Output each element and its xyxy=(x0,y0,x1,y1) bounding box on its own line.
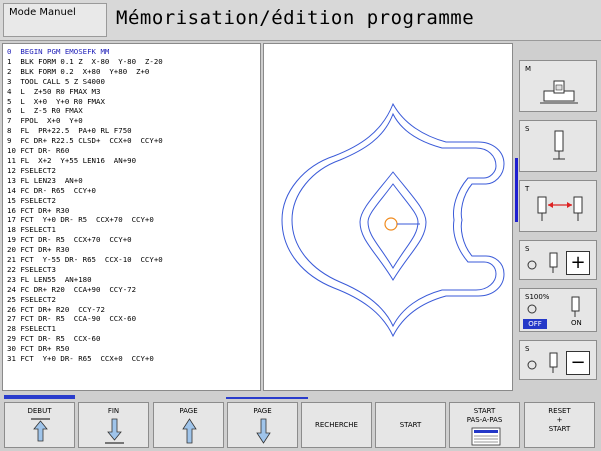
spindle-s-button[interactable]: S xyxy=(519,120,597,172)
spindle-speed-minus-button[interactable]: S − xyxy=(519,340,597,380)
program-line[interactable]: 14 FC DR- R65 CCY+0 xyxy=(7,186,163,196)
program-line[interactable]: 16 FCT DR+ R30 xyxy=(7,206,163,216)
machine-icon xyxy=(540,80,578,104)
override-off-state: OFF xyxy=(523,319,547,329)
program-line[interactable]: 29 FCT DR- R5 CCX-60 xyxy=(7,334,163,344)
tool-change-icon xyxy=(537,196,583,221)
start-pas-a-pas-button[interactable]: START PAS-A-PAS xyxy=(449,402,520,448)
program-line[interactable]: 20 FCT DR+ R30 xyxy=(7,245,163,255)
program-line[interactable]: 8 FL PR+22.5 PA+0 RL F750 xyxy=(7,126,163,136)
center-lens-path xyxy=(359,171,427,281)
softkey-row-indicator-2 xyxy=(226,397,308,399)
program-line[interactable]: 28 FSELECT1 xyxy=(7,324,163,334)
spindle-icon xyxy=(553,130,565,160)
page-up-button[interactable]: PAGE xyxy=(153,402,224,448)
recherche-button[interactable]: RECHERCHE xyxy=(301,402,372,448)
spindle-speed-plus-button[interactable]: S + xyxy=(519,240,597,280)
tool-t-button[interactable]: T xyxy=(519,180,597,232)
arrow-up-icon xyxy=(182,418,197,444)
program-line[interactable]: 21 FCT Y-55 DR- R65 CCX-10 CCY+0 xyxy=(7,255,163,265)
plus-icon: + xyxy=(566,251,590,275)
program-lines: 0 BEGIN PGM EMOSEFK MM 1 BLK FORM 0.1 Z X… xyxy=(7,47,163,364)
program-line[interactable]: 5 L X+0 Y+0 R0 FMAX xyxy=(7,97,163,107)
program-line[interactable]: 10 FCT DR- R60 xyxy=(7,146,163,156)
arrow-down-to-bottom-icon xyxy=(105,418,124,444)
recherche-label: RECHERCHE xyxy=(315,421,358,429)
program-line[interactable]: 24 FC DR+ R20 CCA+90 CCY-72 xyxy=(7,285,163,295)
debut-button[interactable]: DEBUT xyxy=(4,402,75,448)
program-listing[interactable]: 0 BEGIN PGM EMOSEFK MM 1 BLK FORM 0.1 Z X… xyxy=(2,43,261,391)
program-line[interactable]: 30 FCT DR+ R50 xyxy=(7,344,163,354)
program-line[interactable]: 25 FSELECT2 xyxy=(7,295,163,305)
program-line[interactable]: 0 BEGIN PGM EMOSEFK MM xyxy=(7,47,163,57)
reset-label-3: START xyxy=(548,425,571,433)
graphic-view xyxy=(263,43,513,391)
program-line[interactable]: 7 FPOL X+0 Y+0 xyxy=(7,116,163,126)
m-function-button[interactable]: M xyxy=(519,60,597,112)
page-down-button[interactable]: PAGE xyxy=(227,402,298,448)
reset-start-button[interactable]: RESET + START xyxy=(524,402,595,448)
program-line[interactable]: 31 FCT Y+0 DR- R65 CCX+0 CCY+0 xyxy=(7,354,163,364)
tool-position-icon xyxy=(384,217,398,231)
inner-contour-path xyxy=(291,112,497,328)
start-label: START xyxy=(399,421,422,429)
program-line[interactable]: 17 FCT Y+0 DR- R5 CCX+70 CCY+0 xyxy=(7,215,163,225)
reset-label-2: + xyxy=(556,416,563,424)
reset-label-1: RESET xyxy=(548,407,571,415)
program-line[interactable]: 1 BLK FORM 0.1 Z X-80 Y-80 Z-20 xyxy=(7,57,163,67)
program-line[interactable]: 3 TOOL CALL 5 Z S4000 xyxy=(7,77,163,87)
mode-label: Mode Manuel xyxy=(9,7,76,18)
program-line[interactable]: 19 FCT DR- R5 CCX+70 CCY+0 xyxy=(7,235,163,245)
start-button[interactable]: START xyxy=(375,402,446,448)
header-bar: Mode Manuel Mémorisation/édition program… xyxy=(0,0,601,41)
arrow-up-to-top-icon xyxy=(31,418,50,442)
side-softkey-bar: M S T S + S100% OFF ON S − xyxy=(516,43,601,391)
program-line[interactable]: 22 FSELECT3 xyxy=(7,265,163,275)
program-line[interactable]: 9 FC DR+ R22.5 CLSD+ CCX+0 CCY+0 xyxy=(7,136,163,146)
contour-graphic xyxy=(281,102,505,338)
program-line[interactable]: 13 FL LEN23 AN+0 xyxy=(7,176,163,186)
plus-glyph: + xyxy=(570,252,586,273)
bottom-softkey-bar: DEBUT FIN PAGE PAGE RECHERCHE START STAR… xyxy=(0,395,601,451)
program-line[interactable]: 27 FCT DR- R5 CCA-90 CCX-60 xyxy=(7,314,163,324)
mode-indicator: Mode Manuel xyxy=(3,3,107,37)
override-on-state: ON xyxy=(571,319,582,327)
softkey-row-indicator xyxy=(4,395,75,399)
program-line[interactable]: 23 FL LEN55 AN+180 xyxy=(7,275,163,285)
program-line[interactable]: 15 FSELECT2 xyxy=(7,196,163,206)
program-line[interactable]: 6 L Z-5 R0 FMAX xyxy=(7,106,163,116)
page-title: Mémorisation/édition programme xyxy=(116,7,475,29)
minus-glyph: − xyxy=(570,352,586,373)
program-line[interactable]: 11 FL X+2 Y+55 LEN16 AN+90 xyxy=(7,156,163,166)
outer-contour-path xyxy=(281,102,505,338)
program-line[interactable]: 4 L Z+50 R0 FMAX M3 xyxy=(7,87,163,97)
program-line[interactable]: 2 BLK FORM 0.2 X+80 Y+80 Z+0 xyxy=(7,67,163,77)
fin-button[interactable]: FIN xyxy=(78,402,149,448)
minus-icon: − xyxy=(566,351,590,375)
program-line[interactable]: 18 FSELECT1 xyxy=(7,225,163,235)
program-line[interactable]: 26 FCT DR+ R20 CCY-72 xyxy=(7,305,163,315)
spindle-override-toggle[interactable]: S100% OFF ON xyxy=(519,288,597,332)
program-line[interactable]: 12 FSELECT2 xyxy=(7,166,163,176)
single-block-icon xyxy=(471,427,501,446)
arrow-down-icon xyxy=(256,418,271,444)
